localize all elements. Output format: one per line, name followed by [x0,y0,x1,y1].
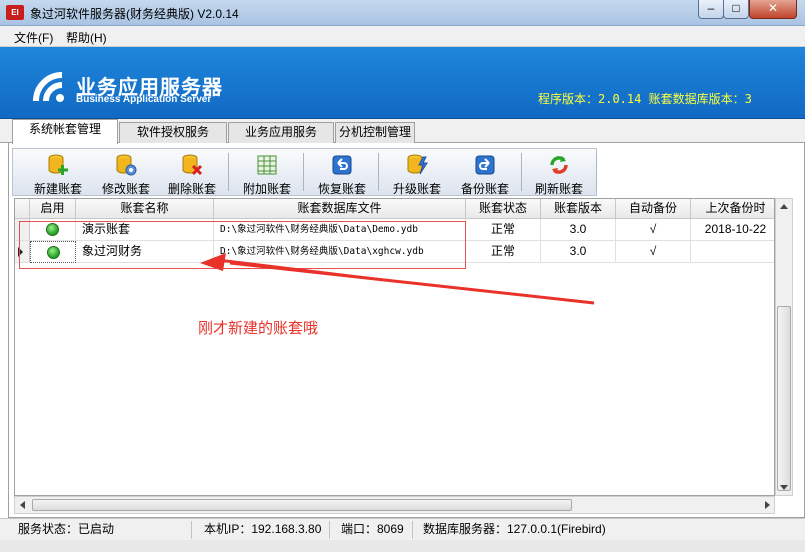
row-selector-header [15,199,30,219]
upgrade-account-label: 升级账套 [392,182,441,196]
attach-account-button[interactable]: 附加账套 [235,149,299,196]
annotation-highlight-box [19,221,466,269]
close-button[interactable]: ✕ [749,0,797,19]
delete-account-icon [182,154,203,176]
col-header-enabled[interactable]: 启用 [30,199,76,219]
toolbar-separator [303,153,304,191]
col-header-version[interactable]: 账套版本 [541,199,616,219]
header-banner: 业务应用服务器 Business Application Server 程序版本… [0,47,805,119]
refresh-account-label: 刷新账套 [534,182,583,196]
backup-account-icon [475,155,495,175]
attach-account-label: 附加账套 [242,182,291,196]
wifi-logo-icon [33,72,64,102]
refresh-account-button[interactable]: 刷新账套 [527,149,591,196]
col-header-auto-backup[interactable]: 自动备份 [616,199,691,219]
local-ip: 本机IP：192.168.3.80 [200,521,330,539]
scroll-down-icon[interactable] [780,485,788,490]
auto-backup-cell[interactable]: √ [616,219,691,241]
scroll-left-icon[interactable] [20,501,25,509]
backup-account-button[interactable]: 备份账套 [453,149,517,196]
last-backup-cell[interactable]: 2018-10-22 [691,219,774,241]
auto-backup-cell[interactable]: √ [616,241,691,263]
restore-account-button[interactable]: 恢复账套 [310,149,374,196]
toolbar: 新建账套 修改账套 删除账套 附加账套 恢复账套 升级账套 备份账套 刷新账套 [12,148,597,196]
delete-account-label: 删除账套 [167,182,216,196]
port-info: 端口：8069 [337,521,413,539]
minimize-button[interactable]: – [698,0,724,19]
new-account-label: 新建账套 [33,182,82,196]
col-header-status[interactable]: 账套状态 [466,199,541,219]
tab-account-management[interactable]: 系统帐套管理 [12,119,118,144]
refresh-account-icon [550,156,568,174]
service-status: 服务状态：已启动 [14,521,192,539]
toolbar-separator [596,153,597,191]
edit-account-icon [116,154,137,176]
restore-account-icon [332,155,352,175]
last-backup-cell[interactable] [691,241,774,263]
attach-account-icon [257,155,277,175]
tab-business-service[interactable]: 业务应用服务 [228,122,334,143]
col-header-last-backup[interactable]: 上次备份时 [691,199,774,219]
vertical-scroll-thumb[interactable] [777,306,791,491]
db-server-info: 数据库服务器：127.0.0.1(Firebird) [423,522,606,536]
edit-account-button[interactable]: 修改账套 [93,149,159,196]
menu-bar: 文件(F) 帮助(H) [0,26,805,47]
toolbar-separator [228,153,229,191]
tab-license-service[interactable]: 软件授权服务 [119,122,227,143]
horizontal-scroll-thumb[interactable] [32,499,572,511]
col-header-db-file[interactable]: 账套数据库文件 [214,199,466,219]
menu-file[interactable]: 文件(F) [14,29,53,46]
vertical-scrollbar[interactable] [775,198,793,496]
upgrade-account-button[interactable]: 升级账套 [385,149,449,196]
version-info: 程序版本：2.0.14 账套数据库版本：3 [538,92,752,106]
maximize-button[interactable]: □ [723,0,749,19]
scroll-right-icon[interactable] [765,501,770,509]
edit-account-label: 修改账套 [101,182,150,196]
tab-extension-control[interactable]: 分机控制管理 [335,122,415,143]
upgrade-account-icon [407,154,428,175]
toolbar-separator [521,153,522,191]
scroll-up-icon[interactable] [780,204,788,209]
app-logo-icon: EI [6,5,24,20]
toolbar-separator [378,153,379,191]
horizontal-scrollbar[interactable] [14,496,775,514]
version-cell[interactable]: 3.0 [541,241,616,263]
delete-account-button[interactable]: 删除账套 [162,149,222,196]
status-cell[interactable]: 正常 [466,241,541,263]
tab-strip: 系统帐套管理 软件授权服务 业务应用服务 分机控制管理 [0,119,805,144]
status-cell[interactable]: 正常 [466,219,541,241]
window-titlebar[interactable]: EI 象过河软件服务器(财务经典版) V2.0.14 – □ ✕ [0,0,805,26]
col-header-name[interactable]: 账套名称 [76,199,214,219]
restore-account-label: 恢复账套 [317,182,366,196]
new-account-icon [48,154,68,175]
annotation-text: 刚才新建的账套哦 [198,320,319,337]
status-bar: 服务状态：已启动 本机IP：192.168.3.80 端口：8069 数据库服务… [0,518,805,540]
menu-help[interactable]: 帮助(H) [66,29,107,46]
backup-account-label: 备份账套 [460,182,509,196]
version-cell[interactable]: 3.0 [541,219,616,241]
new-account-button[interactable]: 新建账套 [28,149,88,196]
window-title: 象过河软件服务器(财务经典版) V2.0.14 [30,7,239,21]
banner-subtitle: Business Application Server [76,94,212,105]
bottom-strip [0,540,805,552]
